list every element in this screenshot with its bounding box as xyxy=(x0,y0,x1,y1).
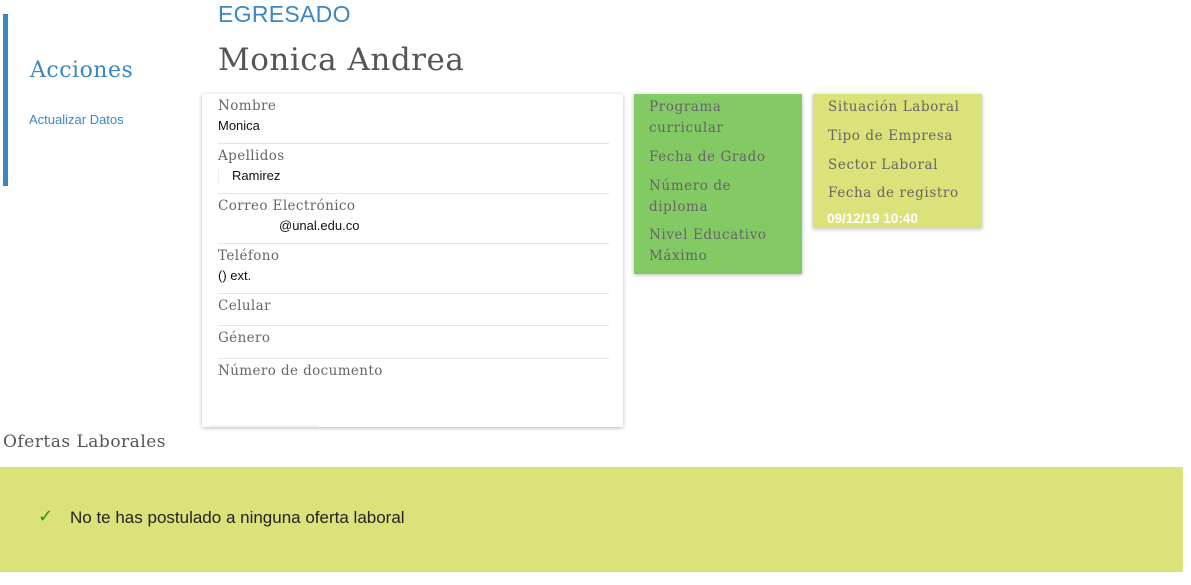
documento-field: Número de documento xyxy=(218,363,609,379)
telefono-value: () ext. xyxy=(218,268,252,283)
correo-field: Correo Electrónico @unal.edu.co xyxy=(218,198,609,233)
check-icon: ✓ xyxy=(38,506,54,527)
tipo-empresa-label: Tipo de Empresa xyxy=(828,128,954,144)
divider xyxy=(218,358,609,359)
divider xyxy=(218,193,609,194)
divider xyxy=(218,325,609,326)
role-heading: EGRESADO xyxy=(218,1,351,27)
telefono-field: Teléfono () ext. xyxy=(218,248,609,283)
sidebar-accent-bar xyxy=(3,14,8,186)
offers-title: Ofertas Laborales xyxy=(3,432,167,452)
nombre-field: Nombre Monica xyxy=(218,98,609,133)
programa-label: Programa curricular xyxy=(649,99,724,136)
telefono-label: Teléfono xyxy=(218,248,280,264)
apellidos-field: Apellidos Ramirez xyxy=(218,148,609,183)
update-data-link[interactable]: Actualizar Datos xyxy=(29,112,124,127)
correo-label: Correo Electrónico xyxy=(218,198,356,214)
academic-info-card: Programa curricular Fecha de Grado Númer… xyxy=(634,94,802,274)
diploma-label: Número de diploma xyxy=(649,178,732,215)
nombre-label: Nombre xyxy=(218,98,277,114)
apellidos-label: Apellidos xyxy=(218,148,285,164)
fecha-registro-label: Fecha de registro xyxy=(828,185,959,201)
nombre-value: Monica xyxy=(218,118,260,133)
genero-field: Género xyxy=(218,330,609,346)
card-footer-line xyxy=(210,425,318,427)
divider xyxy=(218,143,609,144)
offers-alert: ✓ No te has postulado a ninguna oferta l… xyxy=(0,467,1183,572)
divider xyxy=(218,243,609,244)
sector-label: Sector Laboral xyxy=(828,157,939,173)
offers-message: No te has postulado a ninguna oferta lab… xyxy=(70,508,405,527)
sidebar-title: Acciones xyxy=(30,58,134,83)
nivel-label: Nivel Educativo Máximo xyxy=(649,227,767,264)
fecha-grado-label: Fecha de Grado xyxy=(649,149,766,165)
graduate-name: Monica Andrea xyxy=(218,42,465,78)
apellidos-value: Ramirez xyxy=(218,168,609,183)
personal-info-card: Nombre Monica Apellidos Ramirez Correo E… xyxy=(202,94,623,427)
divider xyxy=(218,293,609,294)
sidebar: Acciones Actualizar Datos xyxy=(0,14,190,186)
labor-info-card: Situación Laboral Tipo de Empresa Sector… xyxy=(813,94,982,228)
documento-label: Número de documento xyxy=(218,363,383,379)
celular-label: Celular xyxy=(218,298,271,314)
fecha-registro-value: 09/12/19 10:40 xyxy=(827,211,918,226)
celular-field: Celular xyxy=(218,298,609,314)
genero-label: Género xyxy=(218,330,271,346)
situacion-label: Situación Laboral xyxy=(828,99,960,115)
correo-value: @unal.edu.co xyxy=(279,218,360,233)
